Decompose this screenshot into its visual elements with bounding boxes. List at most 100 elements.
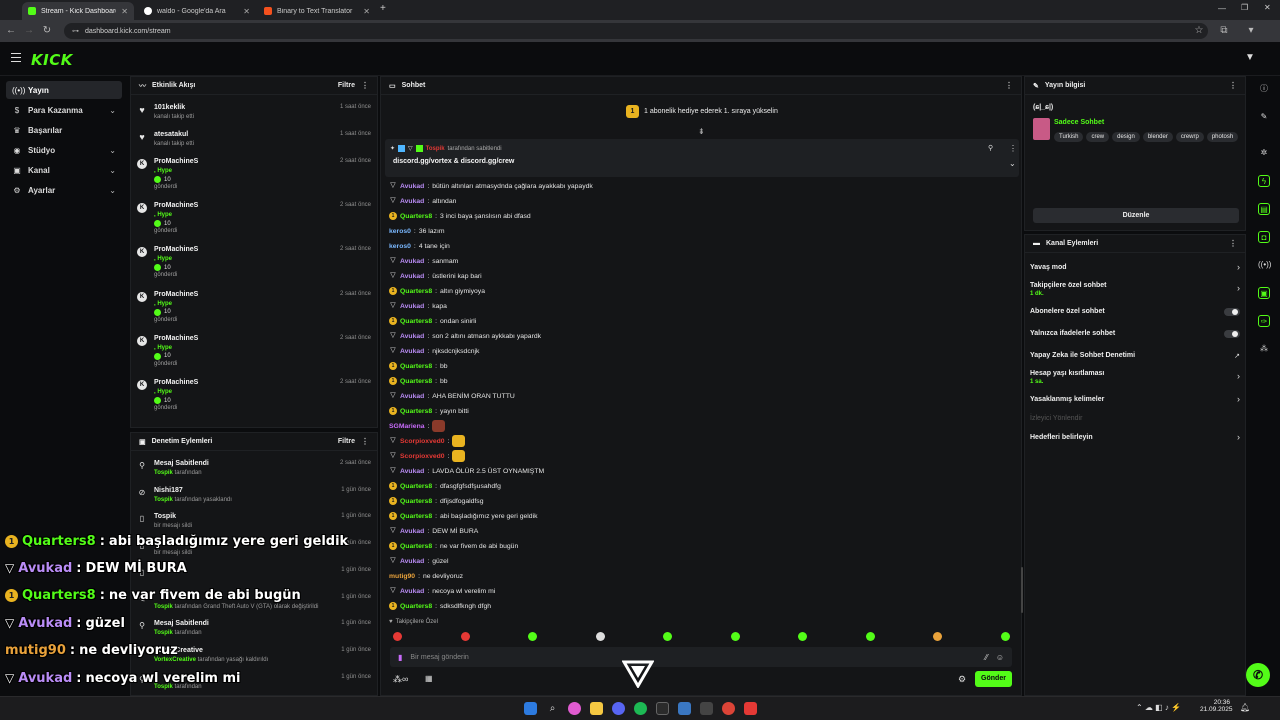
tray-icons[interactable]: ⌃ ☁ ◧ ♪ ⚡ xyxy=(1136,703,1181,712)
quick-emote-icon[interactable] xyxy=(1000,632,1010,641)
channel-action-item[interactable]: İzleyici Yönlendir xyxy=(1030,415,1240,422)
chat-username[interactable]: Avukad xyxy=(400,468,424,475)
info-icon[interactable]: ⓘ xyxy=(1258,83,1270,95)
chat-input[interactable]: ▮ Bir mesaj gönderin ⁄⁄ ☺ xyxy=(390,647,1012,667)
pencil-icon[interactable]: ✎ xyxy=(1258,111,1270,123)
chat-message[interactable]: ▽ Avukad: kapa xyxy=(389,301,447,311)
chat-username[interactable]: Avukad xyxy=(400,258,424,265)
send-button[interactable]: Gönder xyxy=(975,671,1012,687)
action-by-user[interactable]: Tospik xyxy=(154,497,173,503)
tag-pill[interactable]: crew xyxy=(1086,132,1110,142)
command-icon[interactable]: ⁄⁄ xyxy=(985,653,988,662)
chat-message[interactable]: ▽ Avukad: bütün altınları atmasydnda çağla… xyxy=(389,181,593,191)
search-icon[interactable]: ⌕ xyxy=(546,702,559,715)
chat-username[interactable]: Avukad xyxy=(400,333,424,340)
clipboard-icon[interactable]: ▤ xyxy=(1258,203,1270,215)
notification-bell-icon[interactable]: 🔔︎ xyxy=(1240,703,1250,712)
chat-message[interactable]: ▽ Avukad: sanmam xyxy=(389,256,458,266)
chat-scrollbar[interactable] xyxy=(1021,567,1023,613)
chat-message[interactable]: ▽ Avukad: güzel xyxy=(389,556,448,566)
reload-icon[interactable]: ↻ xyxy=(40,24,54,38)
action-title[interactable]: Nishi187 xyxy=(154,487,183,494)
channel-action-item[interactable]: Yavaş mod › xyxy=(1030,262,1240,272)
more-options-icon[interactable]: ⋮ xyxy=(1229,239,1237,248)
chat-username[interactable]: Quarters8 xyxy=(400,378,432,385)
chat-username[interactable]: Quarters8 xyxy=(400,288,432,295)
new-tab-icon[interactable]: + xyxy=(380,3,386,14)
scroll-indicator-icon[interactable]: ⇟ xyxy=(698,127,705,136)
chat-message[interactable]: 1 Quarters8: bb xyxy=(389,376,448,386)
close-tab-icon[interactable]: ✕ xyxy=(243,7,250,16)
app-icon[interactable] xyxy=(678,702,691,715)
chat-message[interactable]: 1 Quarters8: bb xyxy=(389,361,448,371)
lightning-icon[interactable]: ϟ xyxy=(1258,175,1270,187)
sidebar-item-basarilar[interactable]: ♛ Başarılar xyxy=(6,121,122,139)
apps-icon[interactable]: ⁂ xyxy=(1258,343,1270,355)
points-icon[interactable]: ⁂∞ xyxy=(393,674,408,685)
back-icon[interactable]: ← xyxy=(4,24,18,38)
chat-username[interactable]: Scorpioxved0 xyxy=(400,438,445,445)
minimize-icon[interactable]: — xyxy=(1218,4,1226,13)
toggle-switch[interactable] xyxy=(1224,330,1240,338)
profile-icon[interactable]: ▾ xyxy=(1244,24,1258,38)
mic-icon[interactable]: ▮ xyxy=(398,653,402,662)
chat-username[interactable]: Avukad xyxy=(400,393,424,400)
chrome-icon[interactable] xyxy=(722,702,735,715)
chat-username[interactable]: Quarters8 xyxy=(400,363,432,370)
chat-message[interactable]: 1 Quarters8: dfasgfgfsdfşusahdfg xyxy=(389,481,501,491)
chat-username[interactable]: Avukad xyxy=(400,183,424,190)
windows-start-icon[interactable] xyxy=(524,702,537,715)
chat-message[interactable]: ▽ Scorpioxved0: xyxy=(389,435,466,447)
chat-message[interactable]: ▽ Avukad: AHA BENİM ORAN TUTTU xyxy=(389,391,514,401)
tag-pill[interactable]: design xyxy=(1112,132,1140,142)
chat-username[interactable]: Quarters8 xyxy=(400,318,432,325)
toggle-switch[interactable] xyxy=(1224,308,1240,316)
chevron-down-icon[interactable]: ⌄ xyxy=(1009,159,1016,168)
help-chat-icon[interactable]: ✆ xyxy=(1246,663,1270,687)
more-options-icon[interactable]: ⋮ xyxy=(1005,81,1013,90)
tab-binary-translator[interactable]: Binary to Text Translator ✕ xyxy=(258,2,376,20)
app-icon[interactable] xyxy=(568,702,581,715)
sidebar-item-yayin[interactable]: ((•)) Yayın xyxy=(6,81,122,99)
action-title[interactable]: Mesaj Sabitlendi xyxy=(154,620,209,627)
chat-message[interactable]: 1 Quarters8:3 inci baya şanslısın abi dfa… xyxy=(389,211,531,221)
tag-pill[interactable]: blender xyxy=(1142,132,1173,142)
filter-button[interactable]: Filtre xyxy=(338,82,355,89)
chat-message[interactable]: ▽ Avukad: son 2 altını atmasn aykkabı yapa… xyxy=(389,331,541,341)
category-thumbnail[interactable] xyxy=(1033,118,1050,140)
chat-username[interactable]: Quarters8 xyxy=(400,543,432,550)
quick-emote-icon[interactable] xyxy=(730,632,740,641)
chat-message[interactable]: ▽ Avukad: necoya wl verelim mi xyxy=(389,586,495,596)
chat-message[interactable]: ▽ Avukad: DEW Mİ BURA xyxy=(389,526,478,536)
event-user[interactable]: ProMachineS xyxy=(154,158,198,165)
app-icon[interactable] xyxy=(744,702,757,715)
quick-emote-icon[interactable] xyxy=(933,632,942,641)
chat-message[interactable]: ▽ Avukad: altından xyxy=(389,196,456,206)
channel-action-item[interactable]: Hedefleri belirleyin › xyxy=(1030,432,1240,442)
chat-message[interactable]: 1 Quarters8: ne var fivem de abi bugün xyxy=(389,541,518,551)
tag-pill[interactable]: crewrp xyxy=(1175,132,1204,142)
broadcast-icon[interactable]: ((•)) xyxy=(1258,259,1271,271)
url-field[interactable]: ⊶ dashboard.kick.com/stream xyxy=(64,23,1208,39)
chat-message[interactable]: ▽ Scorpioxved0: xyxy=(389,450,466,462)
chat-settings-icon[interactable]: ⚙ xyxy=(958,674,966,685)
chat-username[interactable]: Avukad xyxy=(400,528,424,535)
quick-emote-icon[interactable] xyxy=(865,632,875,641)
action-title[interactable]: Mesaj Sabitlendi xyxy=(154,460,209,467)
app-icon[interactable] xyxy=(656,702,669,715)
sidebar-item-para-kazanma[interactable]: $ Para Kazanma ⌄ xyxy=(6,101,122,119)
tag-pill[interactable]: photosh xyxy=(1206,132,1239,142)
user-menu-icon[interactable]: ▼ xyxy=(1245,52,1255,63)
quick-emote-icon[interactable] xyxy=(663,632,672,641)
edit-stream-info-button[interactable]: Düzenle xyxy=(1033,208,1239,223)
chat-username[interactable]: mutig90 xyxy=(389,573,415,580)
chat-bubble-icon[interactable]: ◘ xyxy=(1258,231,1270,243)
chat-username[interactable]: Avukad xyxy=(400,273,424,280)
wrench-icon[interactable]: ✑ xyxy=(1258,315,1270,327)
event-user[interactable]: ProMachineS xyxy=(154,202,198,209)
chat-username[interactable]: Quarters8 xyxy=(400,213,432,220)
category-name[interactable]: Sadece Sohbet xyxy=(1054,119,1104,126)
chat-message[interactable]: mutig90: ne devliyoruz xyxy=(389,571,463,581)
clock[interactable]: 20:36 21.09.2025 xyxy=(1200,699,1233,713)
more-options-icon[interactable]: ⋮ xyxy=(361,81,369,90)
